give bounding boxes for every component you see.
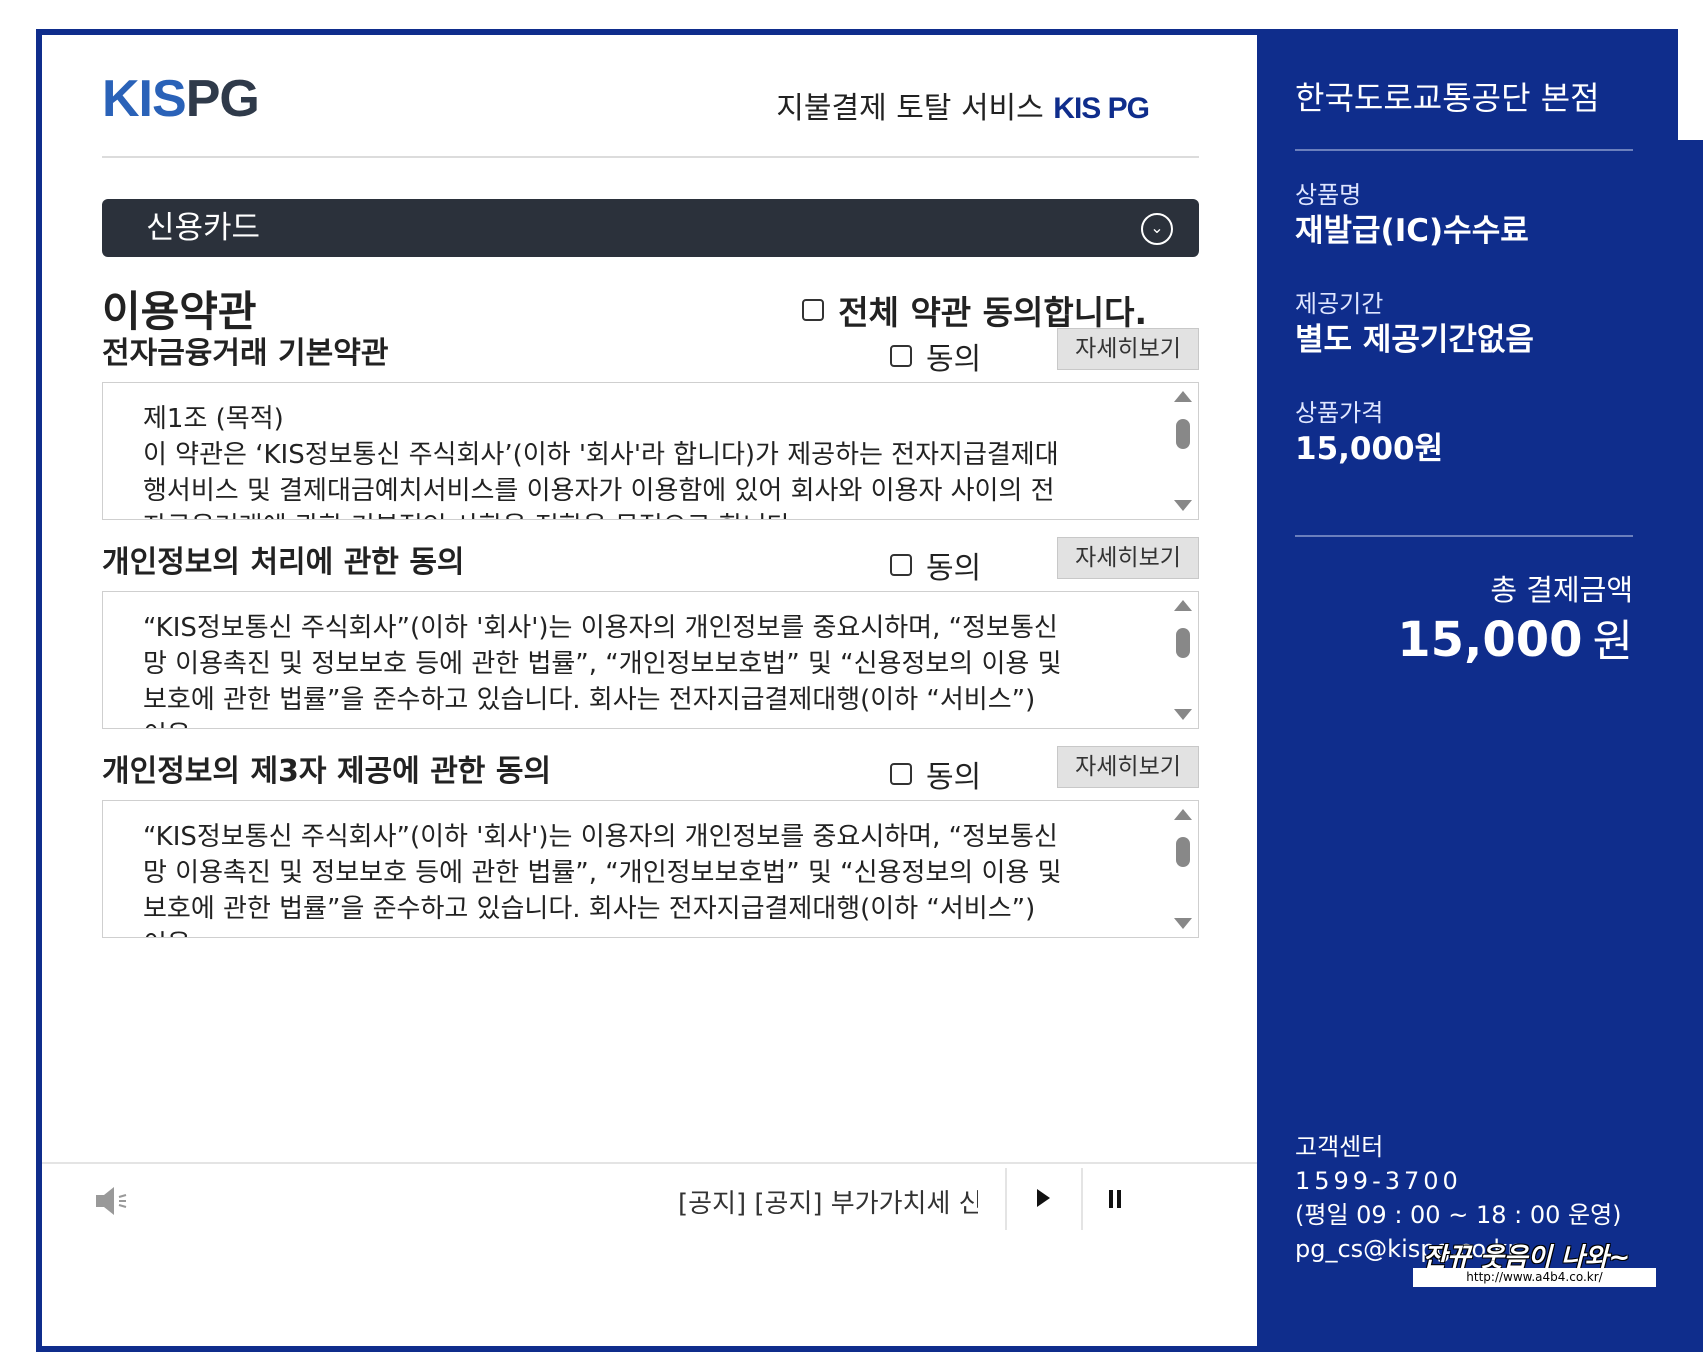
terms-textbox[interactable]: “KIS정보통신 주식회사”(이하 '회사')는 이용자의 개인정보를 중요시하… <box>102 591 1199 729</box>
agree-checkbox[interactable] <box>890 554 912 576</box>
agree-checkbox[interactable] <box>890 345 912 367</box>
view-details-button[interactable]: 자세히보기 <box>1057 537 1199 579</box>
scrollbar-thumb[interactable] <box>1176 837 1190 867</box>
divider <box>1081 1168 1083 1230</box>
agree-label: 동의 <box>926 342 982 377</box>
order-summary-panel: 한국도로교통공단 본점 상품명 재발급(IC)수수료 제공기간 별도 제공기간없… <box>1257 35 1672 1346</box>
scrollbar-thumb[interactable] <box>1176 628 1190 658</box>
total-label: 총 결제금액 <box>1490 573 1633 607</box>
panel-edge <box>1672 140 1703 1352</box>
cs-phone: 1599-3700 <box>1295 1167 1462 1195</box>
agree-toggle[interactable]: 동의 <box>890 752 981 796</box>
terms-text: 제1조 (목적) 이 약관은 ‘KIS정보통신 주식회사’(이하 '회사'라 합… <box>143 404 1059 519</box>
agree-label: 동의 <box>926 760 982 795</box>
scroll-down-icon[interactable] <box>1174 918 1192 929</box>
section-title: 개인정보의 처리에 관한 동의 <box>102 545 465 580</box>
agree-toggle[interactable]: 동의 <box>890 334 981 378</box>
main-panel: KISPG 지불결제 토탈 서비스 KIS PG 신용카드 ⌄ 이용약관 전체 … <box>42 35 1257 1346</box>
total-amount: 15,000 원 <box>1397 605 1633 669</box>
chevron-down-icon: ⌄ <box>1141 213 1173 245</box>
divider <box>1005 1168 1007 1230</box>
scroll-down-icon[interactable] <box>1174 709 1192 720</box>
speaker-icon <box>96 1187 127 1215</box>
agree-toggle[interactable]: 동의 <box>890 543 981 587</box>
divider <box>102 156 1199 158</box>
view-details-button[interactable]: 자세히보기 <box>1057 328 1199 370</box>
cs-label: 고객센터 <box>1295 1133 1384 1161</box>
total-unit: 원 <box>1592 616 1633 667</box>
terms-text: “KIS정보통신 주식회사”(이하 '회사')는 이용자의 개인정보를 중요시하… <box>143 822 1062 937</box>
terms-textbox[interactable]: “KIS정보통신 주식회사”(이하 '회사')는 이용자의 개인정보를 중요시하… <box>102 800 1199 938</box>
header-brand: KIS PG <box>1053 92 1150 125</box>
total-value: 15,000 <box>1397 612 1583 668</box>
agree-all-label: 전체 약관 동의합니다. <box>838 293 1147 332</box>
section-title: 전자금융거래 기본약관 <box>102 336 389 371</box>
scroll-up-icon[interactable] <box>1174 809 1192 820</box>
kispg-logo: KISPG <box>102 70 260 128</box>
notice-ticker[interactable]: [공지] [공지] 부가가치세 신고 <box>678 1183 978 1223</box>
payment-method-value: 신용카드 <box>146 210 261 246</box>
header-title: 지불결제 토탈 서비스 KIS PG <box>776 83 1150 127</box>
period-value: 별도 제공기간없음 <box>1295 322 1534 358</box>
terms-text: “KIS정보통신 주식회사”(이하 '회사')는 이용자의 개인정보를 중요시하… <box>143 613 1062 728</box>
section-title: 개인정보의 제3자 제공에 관한 동의 <box>102 754 552 789</box>
header-title-text: 지불결제 토탈 서비스 <box>776 91 1044 126</box>
divider <box>1295 149 1633 151</box>
agree-label: 동의 <box>926 551 982 586</box>
footer-divider <box>42 1162 1257 1164</box>
agree-checkbox[interactable] <box>890 763 912 785</box>
scrollbar-thumb[interactable] <box>1176 419 1190 449</box>
watermark-url: http://www.a4b4.co.kr/ <box>1413 1268 1656 1287</box>
product-value: 재발급(IC)수수료 <box>1295 213 1529 249</box>
scroll-down-icon[interactable] <box>1174 500 1192 511</box>
price-value: 15,000원 <box>1295 431 1444 467</box>
payment-method-select[interactable]: 신용카드 ⌄ <box>102 199 1199 257</box>
shop-name: 한국도로교통공단 본점 <box>1295 79 1600 117</box>
agree-all[interactable]: 전체 약관 동의합니다. <box>802 286 1147 334</box>
divider <box>1295 535 1633 537</box>
view-details-button[interactable]: 자세히보기 <box>1057 746 1199 788</box>
play-icon[interactable] <box>1037 1189 1050 1207</box>
scroll-up-icon[interactable] <box>1174 600 1192 611</box>
scroll-up-icon[interactable] <box>1174 391 1192 402</box>
terms-textbox[interactable]: 제1조 (목적) 이 약관은 ‘KIS정보통신 주식회사’(이하 '회사'라 합… <box>102 382 1199 520</box>
cs-hours: (평일 09 : 00 ~ 18 : 00 운영) <box>1295 1201 1622 1229</box>
agree-all-checkbox[interactable] <box>802 299 825 321</box>
pause-icon[interactable] <box>1109 1190 1121 1208</box>
